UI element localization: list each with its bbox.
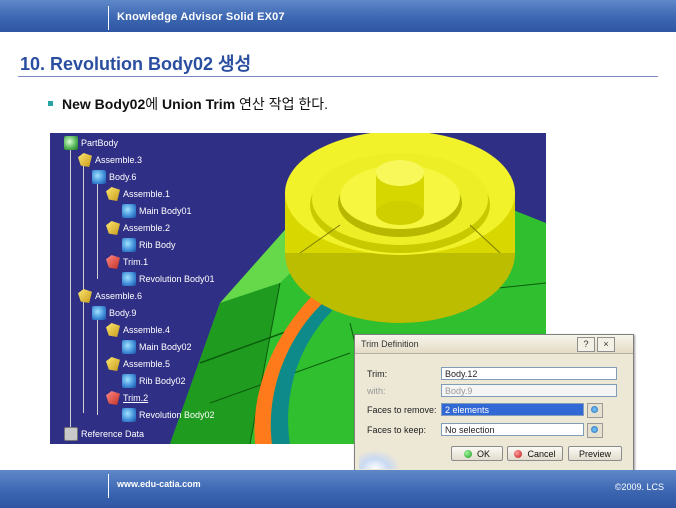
body-icon: [92, 170, 106, 184]
tree-node-revolution-body01[interactable]: Revolution Body01: [122, 271, 215, 287]
specification-tree[interactable]: PartBody Assemble.3 Body.6 Assemble.1 Ma…: [50, 133, 250, 444]
assemble-icon: [106, 187, 120, 201]
help-button[interactable]: ?: [577, 337, 595, 352]
with-label: with:: [367, 386, 386, 396]
tree-node-label: Body.9: [109, 308, 137, 318]
cancel-icon: [514, 449, 523, 458]
tree-node-label: Reference Data: [81, 429, 145, 439]
catia-logo-icon: [359, 451, 399, 469]
close-button[interactable]: ×: [597, 337, 615, 352]
tree-node-assemble-2[interactable]: Assemble.2: [106, 220, 170, 236]
trim-label: Trim:: [367, 369, 388, 379]
header-bar: Knowledge Advisor Solid EX07: [0, 0, 676, 32]
ok-label: OK: [476, 448, 490, 459]
assemble-icon: [106, 221, 120, 235]
tree-node-label: Rib Body: [139, 240, 176, 250]
tree-node-main-body02[interactable]: Main Body02: [122, 339, 192, 355]
page-title: 10. Revolution Body02 생성: [20, 54, 252, 74]
trim-field[interactable]: Body.12: [441, 367, 617, 380]
tree-node-label: Body.6: [109, 172, 137, 182]
tree-node-assemble-1[interactable]: Assemble.1: [106, 186, 170, 202]
header-title: Knowledge Advisor Solid EX07: [117, 11, 285, 23]
faces-to-keep-label: Faces to keep:: [367, 425, 427, 435]
tree-node-label: Assemble.5: [123, 359, 171, 369]
body-icon: [122, 238, 136, 252]
tree-node-label: Assemble.2: [123, 223, 171, 233]
tree-node-label: Main Body01: [139, 206, 192, 216]
faces-to-remove-picker-icon[interactable]: [587, 403, 603, 418]
tree-node-label: Assemble.3: [95, 155, 143, 165]
preview-label: Preview: [578, 448, 611, 459]
bullet-bold-text-2: Union Trim: [162, 96, 236, 112]
trim-definition-dialog[interactable]: Trim Definition ? × Trim: Body.12 with: …: [354, 334, 634, 472]
dialog-title: Trim Definition: [361, 339, 419, 349]
tree-node-assemble-4[interactable]: Assemble.4: [106, 322, 170, 338]
part-icon: [64, 136, 78, 150]
footer-divider: [108, 474, 109, 498]
dialog-title-bar[interactable]: Trim Definition ? ×: [355, 335, 633, 354]
tree-node-body-6[interactable]: Body.6: [92, 169, 136, 185]
tree-node-label: Assemble.6: [95, 291, 143, 301]
header-divider: [108, 6, 109, 30]
tree-node-label: Assemble.4: [123, 325, 171, 335]
tree-node-assemble-5[interactable]: Assemble.5: [106, 356, 170, 372]
tree-node-reference-data[interactable]: Reference Data: [64, 426, 144, 442]
cancel-button[interactable]: Cancel: [507, 446, 563, 461]
body-icon: [122, 408, 136, 422]
tree-node-assemble-3[interactable]: Assemble.3: [78, 152, 142, 168]
body-icon: [122, 204, 136, 218]
tree-node-trim-2[interactable]: Trim.2: [106, 390, 148, 406]
body-icon: [122, 374, 136, 388]
tree-node-label: Trim.1: [123, 257, 149, 267]
tree-node-label: Revolution Body02: [139, 410, 215, 420]
title-rule: [18, 76, 658, 77]
assemble-icon: [106, 357, 120, 371]
trim-icon: [106, 391, 120, 405]
with-field: Body.9: [441, 384, 617, 397]
assemble-icon: [78, 153, 92, 167]
instruction-line: New Body02에 Union Trim 연산 작업 한다.: [48, 94, 328, 114]
tree-node-label: Assemble.1: [123, 189, 171, 199]
ok-icon: [463, 449, 472, 458]
tree-node-rib-body[interactable]: Rib Body: [122, 237, 176, 253]
footer-bar: www.edu-catia.com ©2009. LCS: [0, 470, 676, 508]
bullet-icon: [48, 100, 53, 106]
faces-to-remove-label: Faces to remove:: [367, 405, 437, 415]
preview-button[interactable]: Preview: [568, 446, 622, 461]
body-icon: [92, 306, 106, 320]
cancel-label: Cancel: [527, 448, 556, 459]
body-icon: [122, 340, 136, 354]
tree-node-rib-body02[interactable]: Rib Body02: [122, 373, 186, 389]
trim-icon: [106, 255, 120, 269]
bullet-particle: 에: [145, 96, 163, 112]
tree-node-label: Trim.2: [123, 393, 149, 403]
reference-icon: [64, 427, 78, 441]
tree-node-body-9[interactable]: Body.9: [92, 305, 136, 321]
tree-node-partbody[interactable]: PartBody: [64, 135, 118, 151]
ok-button[interactable]: OK: [451, 446, 503, 461]
body-icon: [122, 272, 136, 286]
tree-node-label: Main Body02: [139, 342, 192, 352]
tree-node-revolution-body02[interactable]: Revolution Body02: [122, 407, 215, 423]
tree-node-assemble-6[interactable]: Assemble.6: [78, 288, 142, 304]
footer-site: www.edu-catia.com: [117, 479, 201, 489]
faces-to-keep-picker-icon[interactable]: [587, 423, 603, 438]
faces-to-keep-field[interactable]: No selection: [441, 423, 584, 436]
tree-node-label: Revolution Body01: [139, 274, 215, 284]
assemble-icon: [78, 289, 92, 303]
bullet-end-text: 연산 작업 한다.: [235, 96, 328, 112]
faces-to-remove-field[interactable]: 2 elements: [441, 403, 584, 416]
tree-node-main-body01[interactable]: Main Body01: [122, 203, 192, 219]
bullet-bold-text: New Body02: [62, 96, 146, 112]
tree-node-label: Rib Body02: [139, 376, 186, 386]
assemble-icon: [106, 323, 120, 337]
tree-node-label: PartBody: [81, 138, 119, 148]
tree-node-trim-1[interactable]: Trim.1: [106, 254, 148, 270]
footer-copyright: ©2009. LCS: [614, 482, 664, 492]
